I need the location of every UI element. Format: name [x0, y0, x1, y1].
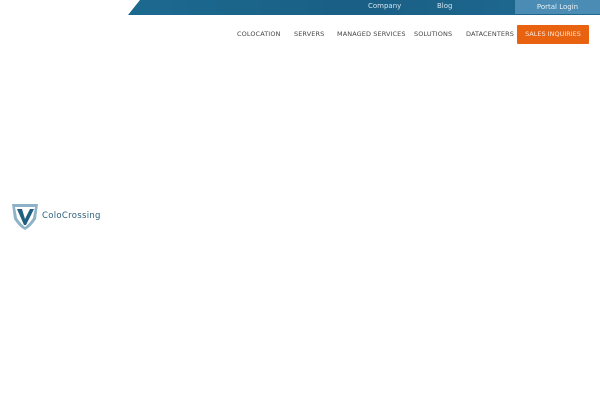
portal-login-button[interactable]: Portal Login — [515, 0, 600, 14]
nav-solutions[interactable]: SOLUTIONS — [414, 30, 452, 38]
blog-link[interactable]: Blog — [437, 2, 452, 10]
nav-servers[interactable]: SERVERS — [294, 30, 324, 38]
colocrossing-logo[interactable]: ColoCrossing — [11, 201, 101, 231]
top-bar: Company Blog Portal Login — [0, 0, 600, 15]
company-link[interactable]: Company — [368, 2, 401, 10]
shield-logo-icon — [12, 204, 38, 230]
nav-datacenters[interactable]: DATACENTERS — [466, 30, 514, 38]
logo-text: ColoCrossing — [42, 211, 101, 221]
sales-inquiries-button[interactable]: SALES INQUIRIES — [517, 25, 589, 44]
top-bar-left-blank — [0, 0, 128, 15]
nav-managed-services[interactable]: MANAGED SERVICES — [337, 30, 406, 38]
top-bar-slant — [128, 0, 140, 15]
nav-colocation[interactable]: COLOCATION — [237, 30, 281, 38]
